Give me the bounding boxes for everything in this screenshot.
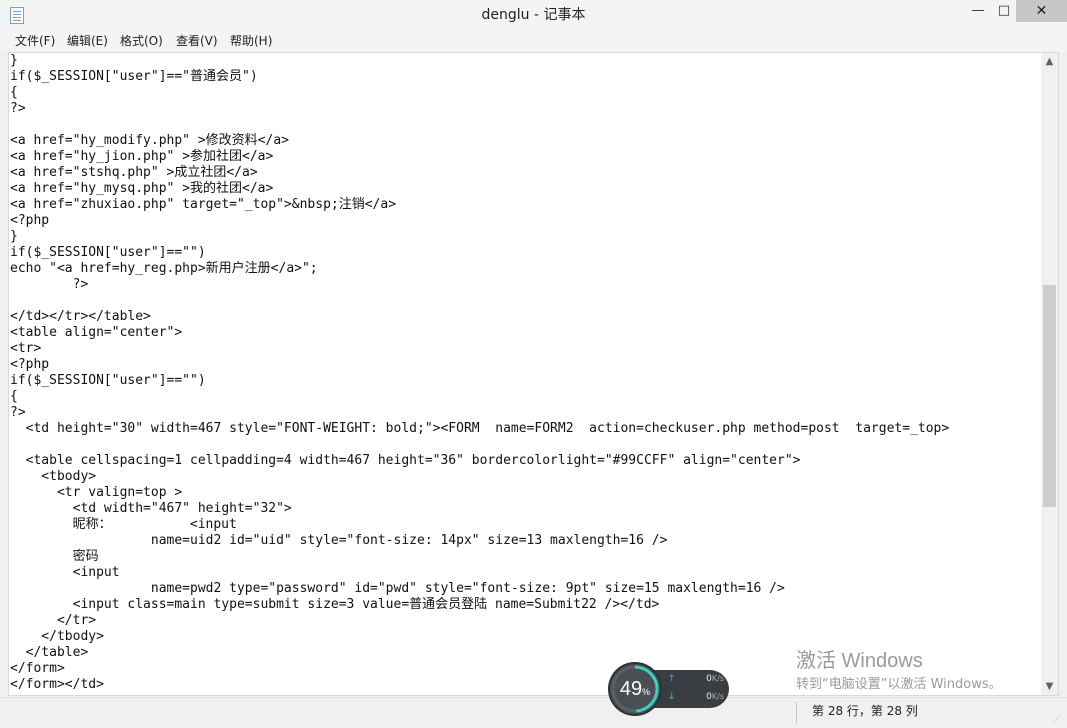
status-divider [796, 702, 797, 724]
menu-help[interactable]: 帮助(H) [230, 30, 272, 52]
resize-grip-icon[interactable]: ⋰ [1053, 714, 1063, 724]
cursor-position: 第 28 行，第 28 列 [812, 704, 918, 718]
menu-format[interactable]: 格式(O) [120, 30, 163, 52]
window-title: denglu - 记事本 [481, 7, 586, 23]
text-editor[interactable]: } if($_SESSION["user"]=="普通会员") { ?> <a … [10, 53, 1040, 695]
watermark-subtitle: 转到“电脑设置”以激活 Windows。 [796, 677, 1002, 692]
notepad-icon[interactable] [10, 7, 24, 24]
maximize-button[interactable]: □ [991, 0, 1017, 22]
watermark-title: 激活 Windows [796, 650, 923, 672]
network-monitor-widget[interactable]: ↑ 0K/s ↓ 0K/s 49% [610, 664, 730, 714]
menu-file[interactable]: 文件(F) [15, 30, 55, 52]
status-bar: 第 28 行，第 28 列 ⋰ [0, 697, 1067, 728]
gauge-percent-sign: % [642, 687, 651, 697]
download-speed: ↓ 0K/s [668, 690, 724, 708]
minimize-button[interactable]: — [965, 0, 991, 22]
scroll-down-arrow-icon[interactable]: ▼ [1041, 678, 1058, 695]
menu-bar: 文件(F) 编辑(E) 格式(O) 查看(V) 帮助(H) [0, 30, 1067, 52]
gauge-percent-value: 49 [619, 678, 643, 700]
close-button[interactable]: ✕ [1016, 0, 1067, 22]
upload-rate-unit: K/s [711, 674, 724, 683]
upload-speed: ↑ 0K/s [668, 672, 724, 690]
editor-content[interactable]: } if($_SESSION["user"]=="普通会员") { ?> <a … [10, 53, 1040, 693]
menu-view[interactable]: 查看(V) [176, 30, 218, 52]
menu-edit[interactable]: 编辑(E) [67, 30, 108, 52]
download-arrow-icon: ↓ [668, 692, 676, 702]
activation-watermark: 激活 Windows 转到“电脑设置”以激活 Windows。 [796, 648, 1002, 696]
vertical-scrollbar[interactable]: ▲ ▼ [1041, 53, 1058, 695]
download-rate-unit: K/s [711, 692, 724, 701]
gauge-percent: 49% [610, 664, 660, 717]
upload-arrow-icon: ↑ [668, 674, 676, 684]
scroll-up-arrow-icon[interactable]: ▲ [1041, 53, 1058, 70]
title-bar: denglu - 记事本 — □ ✕ [0, 0, 1067, 30]
memory-usage-gauge[interactable]: 49% [610, 664, 660, 714]
scrollbar-thumb[interactable] [1043, 285, 1056, 507]
